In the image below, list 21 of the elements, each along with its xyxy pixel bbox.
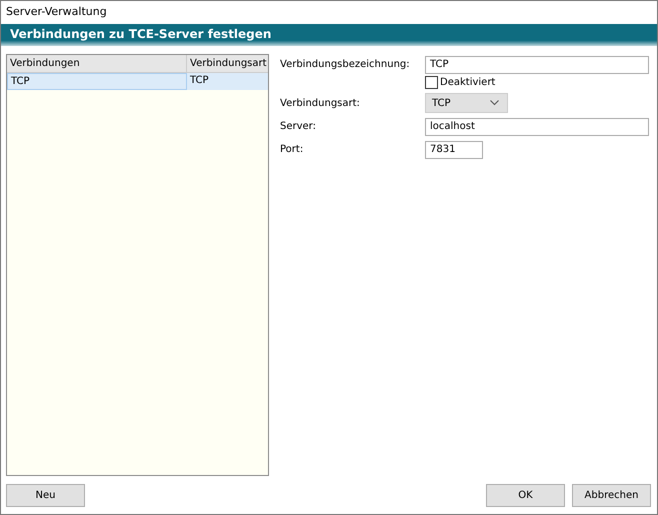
field-label: Verbindungsart: — [280, 98, 361, 108]
input-field[interactable]: localhost — [425, 118, 649, 136]
field-label: Port: — [280, 144, 304, 155]
dropdown[interactable]: TCP — [425, 93, 508, 113]
input-field[interactable]: TCP — [425, 56, 649, 74]
window-title: Server-Verwaltung — [5, 4, 108, 20]
table-cell-text: TCP — [189, 74, 210, 88]
column-header[interactable]: Verbindungen — [7, 55, 187, 72]
table-cell: TCP — [7, 73, 187, 90]
new-button[interactable]: Neu — [6, 484, 85, 507]
chevron-icon — [490, 100, 499, 106]
cancel-button[interactable]: Abbrechen — [572, 484, 651, 507]
checkbox-label: Deaktiviert — [440, 76, 496, 88]
checkbox[interactable] — [425, 76, 438, 88]
table-row[interactable]: TCP TCP — [7, 73, 268, 90]
input-field[interactable]: 7831 — [425, 140, 483, 158]
column-header[interactable]: Verbindungsart — [187, 55, 268, 72]
header-title: Verbindungen zu TCE-Server festlegen — [10, 27, 272, 41]
ok-button[interactable]: OK — [486, 484, 565, 507]
field-label: Server: — [280, 121, 317, 132]
field-label: Verbindungsbezeichnung: — [280, 59, 411, 70]
